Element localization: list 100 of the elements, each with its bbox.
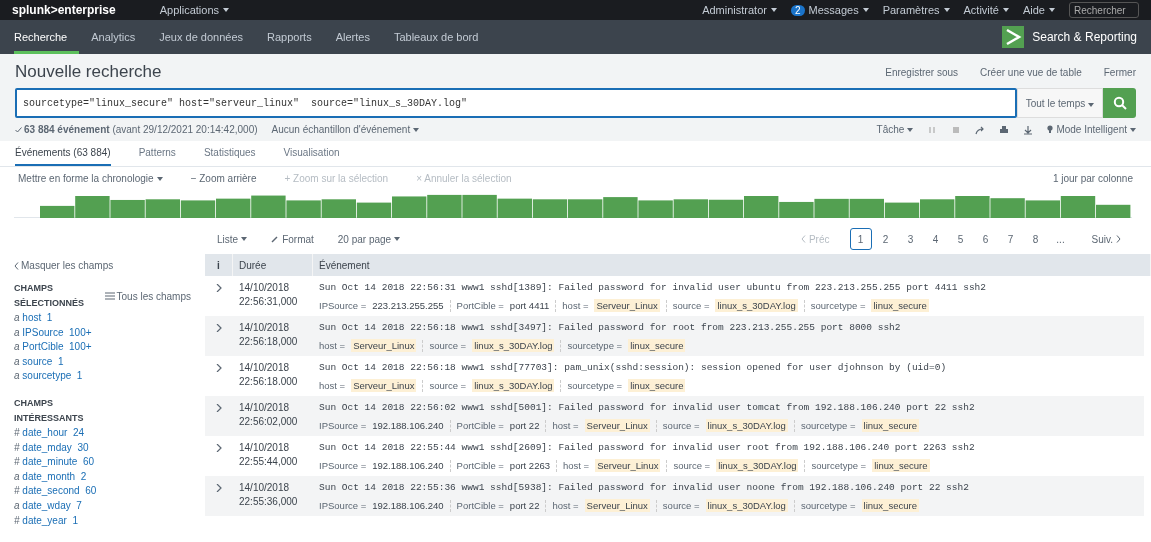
nav-tab[interactable]: Tableaux de bord	[381, 20, 491, 54]
logo[interactable]: splunk>enterprise	[12, 3, 116, 17]
nav-tab[interactable]: Rapports	[255, 20, 324, 54]
field-value[interactable]: linux_secure	[861, 419, 919, 432]
top-menu[interactable]: Administrator	[702, 4, 777, 16]
all-fields-link[interactable]: Tous les champs	[104, 290, 191, 302]
event-time: 14/10/2018 22:55:44,000	[238, 441, 299, 469]
field-value[interactable]: linux_s_30DAY.log	[705, 419, 788, 432]
field-item[interactable]: # date_minute 60	[14, 455, 191, 470]
search-button[interactable]	[1103, 88, 1136, 118]
event-row[interactable]	[205, 396, 1144, 436]
format-button[interactable]: Format	[271, 233, 314, 245]
expand-chevron-icon[interactable]	[215, 404, 223, 412]
job-menu[interactable]: Tâche	[876, 124, 914, 135]
results-tab[interactable]: Patterns	[138, 141, 176, 166]
field-value[interactable]: linux_secure	[861, 499, 919, 512]
page-button[interactable]: 2	[874, 228, 897, 250]
page-button[interactable]: 5	[949, 228, 972, 250]
field-value[interactable]: 192.188.106.240	[372, 500, 444, 511]
field-item[interactable]: a PortCible 100+	[14, 340, 191, 355]
field-item[interactable]: a sourcetype 1	[14, 369, 191, 384]
results-tab[interactable]: Événements (63 884)	[15, 141, 111, 166]
expand-chevron-icon[interactable]	[215, 364, 223, 372]
field-value[interactable]: linux_secure	[628, 379, 686, 392]
top-menu[interactable]: 2 Messages	[790, 4, 869, 16]
page-button[interactable]: 3	[899, 228, 922, 250]
field-value[interactable]: linux_s_30DAY.log	[705, 499, 788, 512]
header-action[interactable]: Enregistrer sous	[885, 66, 959, 78]
field-value[interactable]: linux_s_30DAY.log	[716, 459, 799, 472]
top-search-field[interactable]: Rechercher	[1069, 2, 1139, 18]
timeline-action[interactable]: − Zoom arrière	[190, 173, 257, 184]
field-value[interactable]: Serveur_Linux	[351, 339, 417, 352]
field-item[interactable]: # date_second 60	[14, 484, 191, 499]
field-value[interactable]: Serveur_Linux	[594, 299, 660, 312]
field-value[interactable]: linux_s_30DAY.log	[472, 379, 555, 392]
event-time: 14/10/2018 22:56:02,000	[238, 401, 299, 429]
page-button[interactable]: ...	[1049, 228, 1072, 250]
share-icon[interactable]	[975, 124, 986, 135]
nav-tab[interactable]: Analytics	[79, 20, 148, 54]
field-item[interactable]: a source 1	[14, 354, 191, 370]
page-button[interactable]: 8	[1024, 228, 1047, 250]
field-item[interactable]: a date_wday 7	[14, 498, 191, 514]
page-button[interactable]: 4	[924, 228, 947, 250]
expand-chevron-icon[interactable]	[215, 284, 223, 292]
field-value[interactable]: linux_secure	[871, 299, 929, 312]
time-range-picker[interactable]: Tout le temps	[1016, 88, 1103, 118]
expand-chevron-icon[interactable]	[215, 324, 223, 332]
event-row[interactable]	[205, 476, 1144, 516]
print-icon[interactable]	[999, 124, 1010, 135]
page-button[interactable]: 7	[999, 228, 1022, 250]
field-item[interactable]: # date_hour 24	[14, 425, 191, 441]
field-value[interactable]: linux_s_30DAY.log	[472, 339, 555, 352]
sampling-menu[interactable]: Aucun échantillon d'événement	[271, 124, 420, 135]
field-value[interactable]: 192.188.106.240	[372, 420, 444, 431]
message-count-badge: 2	[790, 4, 805, 16]
per-page-menu[interactable]: 20 par page	[337, 233, 401, 245]
nav-tab[interactable]: Jeux de données	[147, 20, 256, 54]
page-button[interactable]: 1	[849, 228, 872, 250]
field-value[interactable]: Serveur_Linux	[595, 459, 661, 472]
results-tab[interactable]: Statistiques	[203, 141, 256, 166]
download-icon[interactable]	[1023, 124, 1034, 135]
field-value[interactable]: linux_s_30DAY.log	[715, 299, 798, 312]
field-item[interactable]: a host 1	[14, 311, 191, 326]
top-menu[interactable]: Aide	[1022, 4, 1055, 16]
event-text: Sun Oct 14 2018 22:56:02 www1 sshd[5001]: Failed password for invalid user tomcat from 192.188.106.240 port 22 ssh2	[318, 401, 976, 415]
field-item[interactable]: a date_month 2	[14, 469, 191, 485]
field-value[interactable]: port 4411	[509, 300, 550, 311]
top-menu[interactable]: Paramètres	[882, 4, 950, 16]
field-key: sourcetype =	[800, 500, 856, 511]
nav-tab[interactable]: Alertes	[323, 20, 382, 54]
next-page-link[interactable]: Suiv.	[1091, 233, 1121, 245]
header-action[interactable]: Fermer	[1103, 66, 1136, 78]
search-mode-menu[interactable]: Mode Intelligent	[1047, 124, 1136, 135]
field-value[interactable]: linux_secure	[628, 339, 686, 352]
top-menu[interactable]: Activité	[963, 4, 1009, 16]
timeline-scale: 1 jour par colonne	[1052, 173, 1133, 184]
field-value[interactable]: port 22	[509, 420, 540, 431]
field-value[interactable]: port 2263	[509, 460, 550, 471]
expand-chevron-icon[interactable]	[215, 444, 223, 452]
field-value[interactable]: linux_secure	[872, 459, 930, 472]
expand-chevron-icon[interactable]	[215, 484, 223, 492]
field-key: IPSource =	[319, 420, 367, 431]
field-value[interactable]: Serveur_Linux	[584, 419, 650, 432]
results-tab[interactable]: Visualisation	[283, 141, 340, 166]
header-action[interactable]: Créer une vue de table	[980, 66, 1082, 78]
field-value[interactable]: Serveur_Linux	[351, 379, 417, 392]
page-button[interactable]: 6	[974, 228, 997, 250]
field-value[interactable]: port 22	[509, 500, 540, 511]
apps-menu[interactable]: Applications	[159, 4, 230, 16]
field-value[interactable]: Serveur_Linux	[584, 499, 650, 512]
field-item[interactable]: # date_mday 30	[14, 440, 191, 456]
hide-fields-link[interactable]: Masquer les champs	[14, 260, 191, 271]
field-item[interactable]: a IPSource 100+	[14, 325, 191, 341]
view-menu[interactable]: Liste	[217, 233, 248, 245]
field-value[interactable]: 223.213.255.255	[372, 300, 444, 311]
search-query-field[interactable]: sourcetype="linux_secure" host="serveur_linux" source="linux_s_30DAY.log"	[15, 88, 1017, 118]
event-row[interactable]: 14/10/2018 22:56:18,000 Sun Oct 14 2018 22:56:18 www1 sshd[3497]: Failed password for root from 223.213.255.255 port 8000 ssh2 host = Serveur_Linux source = linux_s_30DAY.log sourcetype = linux_secure	[205, 316, 1144, 356]
timeline-format-menu[interactable]: Mettre en forme la chronologie	[18, 173, 163, 184]
field-item[interactable]: # date_year 1	[14, 513, 191, 529]
field-value[interactable]: 192.188.106.240	[372, 460, 444, 471]
